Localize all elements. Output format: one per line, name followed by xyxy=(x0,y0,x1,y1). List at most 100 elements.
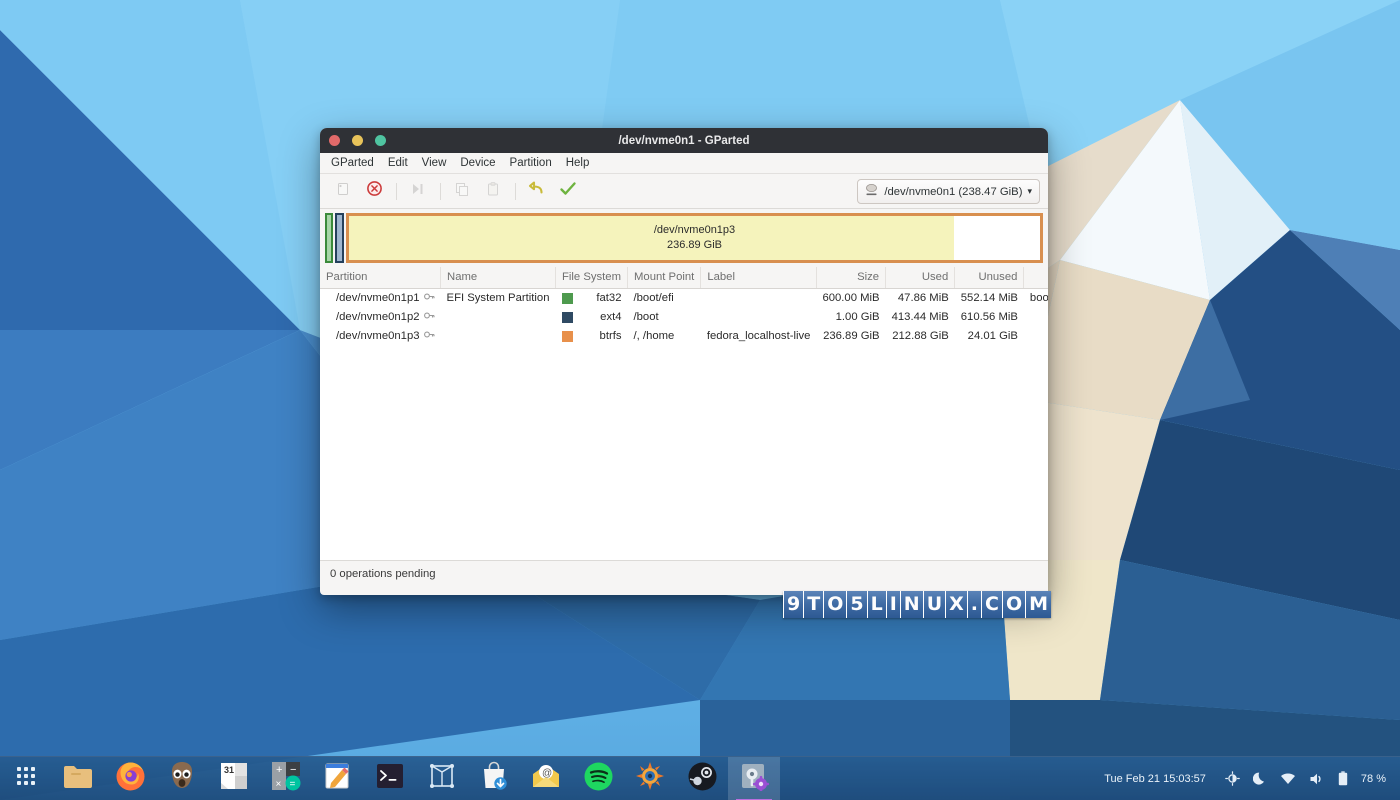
cell-unused: 24.01 GiB xyxy=(955,327,1024,346)
col-header-filesystem[interactable]: File System xyxy=(556,267,628,289)
minimize-button[interactable] xyxy=(352,135,363,146)
col-header-partition[interactable]: Partition xyxy=(320,267,441,289)
close-button[interactable] xyxy=(329,135,340,146)
launcher-show-applications[interactable] xyxy=(0,757,52,800)
new-partition-button[interactable] xyxy=(328,178,358,204)
menu-view[interactable]: View xyxy=(415,155,454,171)
col-header-used[interactable]: Used xyxy=(886,267,955,289)
calculator-icon: + − × = xyxy=(271,761,301,796)
menu-help[interactable]: Help xyxy=(559,155,597,171)
table-row[interactable]: /dev/nvme0n1p2 ext4 xyxy=(320,308,1048,327)
brightness-icon[interactable] xyxy=(1225,771,1240,786)
undo-arrow-icon xyxy=(528,180,546,203)
watermark-char: N xyxy=(900,591,923,618)
menu-partition[interactable]: Partition xyxy=(503,155,559,171)
copy-partition-button[interactable] xyxy=(447,178,477,204)
delete-partition-button[interactable] xyxy=(359,178,389,204)
cell-flags xyxy=(1024,308,1048,327)
menu-gparted[interactable]: GParted xyxy=(324,155,381,171)
partition-device-name: /dev/nvme0n1p3 xyxy=(336,330,420,342)
svg-text:+: + xyxy=(276,764,282,776)
col-header-label[interactable]: Label xyxy=(701,267,817,289)
taskbar-clock[interactable]: Tue Feb 21 15:03:57 xyxy=(1104,773,1206,785)
svg-text:@: @ xyxy=(542,768,552,779)
cell-mountpoint: /boot xyxy=(628,308,701,327)
col-header-mountpoint[interactable]: Mount Point xyxy=(628,267,701,289)
delete-circle-icon xyxy=(366,180,383,202)
launcher-virtual-machine-manager[interactable] xyxy=(416,757,468,800)
cell-flags xyxy=(1024,327,1048,346)
notepad-pencil-icon xyxy=(323,761,353,796)
watermark-char: O xyxy=(823,591,846,618)
cell-unused: 610.56 MiB xyxy=(955,308,1024,327)
resize-move-button[interactable] xyxy=(403,178,433,204)
svg-text:×: × xyxy=(276,779,282,790)
hard-disk-icon xyxy=(864,183,879,200)
launcher-image-viewer[interactable] xyxy=(624,757,676,800)
battery-icon[interactable] xyxy=(1338,771,1348,786)
cell-size: 600.00 MiB xyxy=(816,289,885,308)
watermark: 9TO5LINUX.COM xyxy=(783,591,1051,618)
apply-operations-button[interactable] xyxy=(553,178,583,204)
moon-icon[interactable] xyxy=(1253,771,1267,786)
filesystem-name: ext4 xyxy=(581,311,622,323)
graphic-partition-nvme0n1p1[interactable] xyxy=(325,213,333,263)
undo-operation-button[interactable] xyxy=(522,178,552,204)
toolbar-separator-2 xyxy=(440,183,441,200)
launcher-software-center[interactable] xyxy=(468,757,520,800)
launcher-calendar[interactable]: 31 xyxy=(208,757,260,800)
apply-check-icon xyxy=(559,180,577,203)
watermark-char: L xyxy=(867,591,886,618)
launcher-firefox[interactable] xyxy=(104,757,156,800)
steam-icon xyxy=(688,762,717,796)
gparted-window: /dev/nvme0n1 - GParted GParted Edit View… xyxy=(320,128,1048,595)
launcher-gimp[interactable] xyxy=(156,757,208,800)
launcher-spotify[interactable] xyxy=(572,757,624,800)
speaker-icon[interactable] xyxy=(1309,772,1325,786)
toolbar: /dev/nvme0n1 (238.47 GiB) ▾ xyxy=(320,174,1048,209)
cell-unused: 552.14 MiB xyxy=(955,289,1024,308)
window-titlebar[interactable]: /dev/nvme0n1 - GParted xyxy=(320,128,1048,153)
partition-table-container[interactable]: Partition Name File System Mount Point L… xyxy=(320,267,1048,560)
paste-partition-button[interactable] xyxy=(478,178,508,204)
menu-device[interactable]: Device xyxy=(453,155,502,171)
cell-filesystem: fat32 xyxy=(556,289,628,308)
cell-name xyxy=(441,308,556,327)
menu-edit[interactable]: Edit xyxy=(381,155,415,171)
launcher-gparted[interactable] xyxy=(728,757,780,800)
cell-partition: /dev/nvme0n1p3 xyxy=(320,327,441,346)
folder-icon xyxy=(62,761,94,796)
eye-of-gnome-icon xyxy=(635,761,665,796)
launcher-text-editor[interactable] xyxy=(312,757,364,800)
device-selector[interactable]: /dev/nvme0n1 (238.47 GiB) ▾ xyxy=(857,179,1040,204)
table-row[interactable]: /dev/nvme0n1p1 EFI System Partition fat3… xyxy=(320,289,1048,308)
gparted-icon xyxy=(739,761,769,796)
launcher-steam[interactable] xyxy=(676,757,728,800)
cell-flags: boot, esp xyxy=(1024,289,1048,308)
launcher-terminal[interactable] xyxy=(364,757,416,800)
launcher-mail-client[interactable]: @ xyxy=(520,757,572,800)
svg-text:=: = xyxy=(290,779,296,790)
col-header-unused[interactable]: Unused xyxy=(955,267,1024,289)
launcher-calculator[interactable]: + − × = xyxy=(260,757,312,800)
table-row[interactable]: /dev/nvme0n1p3 btrfs xyxy=(320,327,1048,346)
col-header-name[interactable]: Name xyxy=(441,267,556,289)
terminal-icon xyxy=(376,763,404,794)
taskbar: 31 + − × = xyxy=(0,756,1400,800)
launcher-file-manager[interactable] xyxy=(52,757,104,800)
watermark-char: I xyxy=(886,591,900,618)
watermark-char: T xyxy=(803,591,823,618)
app-grid-icon xyxy=(14,764,38,793)
cell-used: 413.44 MiB xyxy=(886,308,955,327)
cell-label: fedora_localhost-live xyxy=(701,327,817,346)
watermark-char: . xyxy=(967,591,981,618)
graphic-partition-nvme0n1p2[interactable] xyxy=(335,213,344,263)
svg-text:31: 31 xyxy=(224,765,234,775)
graphic-partition-nvme0n1p3[interactable]: /dev/nvme0n1p3 236.89 GiB xyxy=(346,213,1043,263)
col-header-size[interactable]: Size xyxy=(816,267,885,289)
graphic-partition-label: /dev/nvme0n1p3 236.89 GiB xyxy=(654,223,735,253)
used-fill xyxy=(349,216,954,260)
wifi-icon[interactable] xyxy=(1280,772,1296,785)
col-header-flags[interactable]: Flags xyxy=(1024,267,1048,289)
maximize-button[interactable] xyxy=(375,135,386,146)
